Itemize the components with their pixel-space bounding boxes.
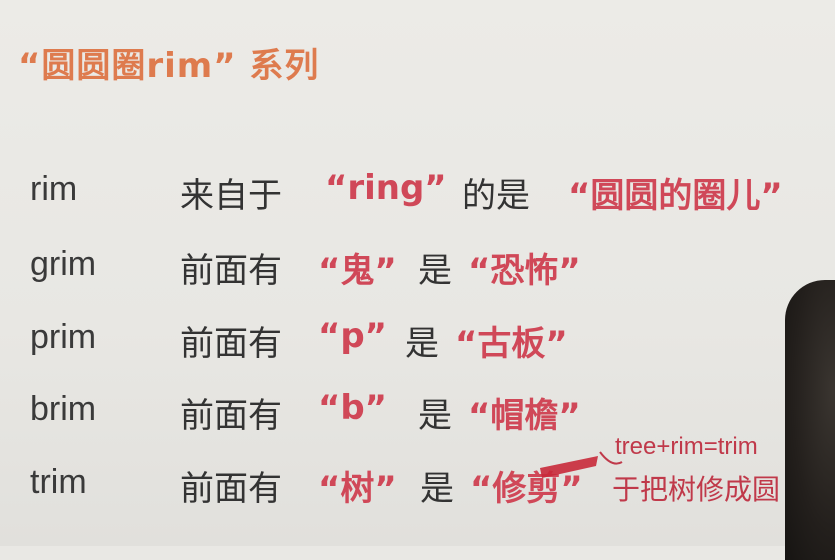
highlight-scribble [540, 456, 598, 478]
slide: “圆圆圈rim” 系列 rim 来自于 “ring” 的是 “圆圆的圈儿” gr… [0, 0, 835, 560]
presenter-silhouette [785, 280, 835, 560]
annotation-strokes [540, 451, 623, 478]
annotation-connector [599, 451, 623, 465]
